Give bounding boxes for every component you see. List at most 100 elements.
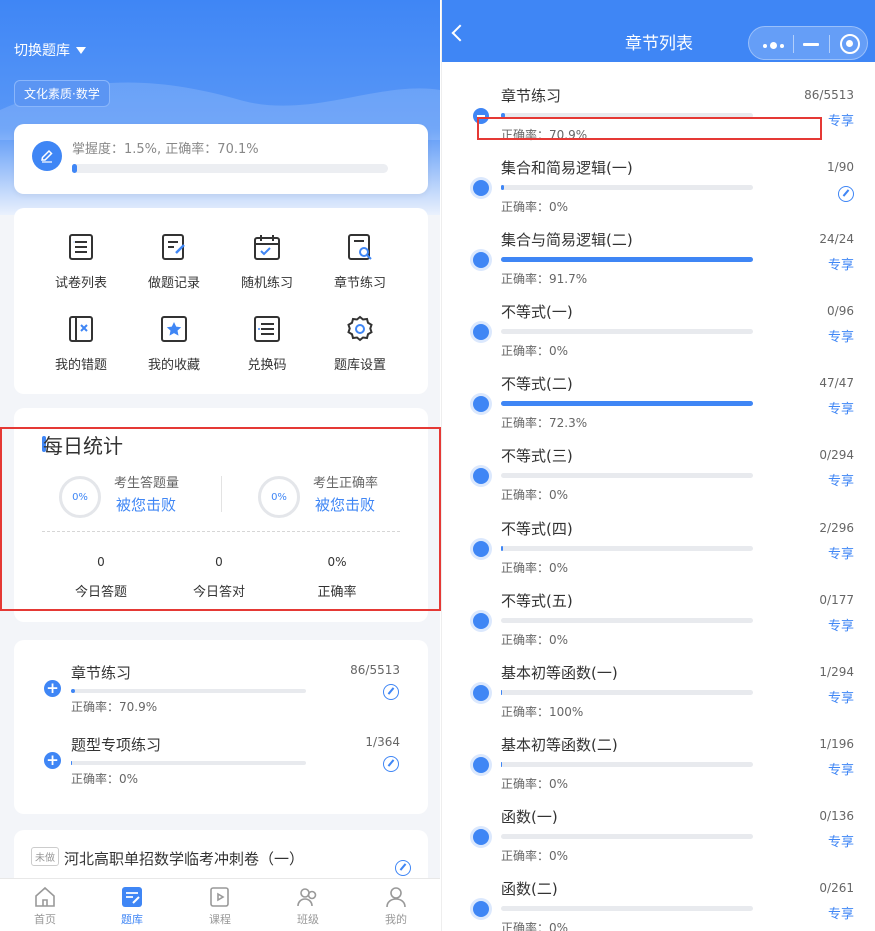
chapter-row[interactable]: 基本初等函数(一) 正确率：100% 1/294 专享: [442, 659, 875, 731]
chapter-dot-icon[interactable]: [473, 468, 489, 484]
exclusive-badge[interactable]: 专享: [828, 326, 854, 345]
grid-item-wrong[interactable]: 我的错题: [41, 314, 121, 373]
minimize-icon[interactable]: [803, 43, 819, 46]
chapter-count: 0/261: [819, 881, 854, 895]
chapter-dot-icon[interactable]: [473, 757, 489, 773]
chapter-row[interactable]: 不等式(三) 正确率：0% 0/294 专享: [442, 442, 875, 514]
chapter-dot-icon[interactable]: [473, 685, 489, 701]
switch-library-label: 切换题库: [14, 43, 70, 59]
chapter-dot-icon[interactable]: [473, 613, 489, 629]
subject-tag[interactable]: 文化素质·数学: [14, 80, 110, 107]
chapter-title: 不等式(一): [501, 303, 573, 321]
expand-plus-icon[interactable]: +: [44, 752, 61, 769]
chapter-row[interactable]: 集合和简易逻辑(一) 正确率：0% 1/90: [442, 154, 875, 226]
chapter-count: 1/364: [365, 735, 400, 749]
chapter-title[interactable]: 题型专项练习: [71, 734, 161, 755]
exclusive-badge[interactable]: 专享: [828, 759, 854, 778]
grid-item-label: 我的错题: [54, 358, 107, 373]
chapter-title: 集合与简易逻辑(二): [501, 231, 633, 249]
chapter-count: 86/5513: [350, 663, 400, 677]
chapter-dot-icon[interactable]: [473, 396, 489, 412]
chapter-accuracy: 正确率：70.9%: [71, 700, 158, 714]
exclusive-badge[interactable]: 专享: [828, 543, 854, 562]
tab-label: 首页: [34, 913, 56, 926]
chapter-row[interactable]: 不等式(二) 正确率：72.3% 47/47 专享: [442, 370, 875, 442]
grid-item-settings[interactable]: 题库设置: [320, 314, 400, 373]
chapter-accuracy: 正确率：0%: [501, 921, 569, 931]
chapter-count: 1/196: [819, 737, 854, 751]
chapter-count: 1/294: [819, 665, 854, 679]
chapter-accuracy: 正确率：0%: [501, 200, 569, 214]
chapter-dot-icon[interactable]: [473, 180, 489, 196]
exclusive-badge[interactable]: 专享: [828, 903, 854, 922]
grid-item-record[interactable]: 做题记录: [134, 232, 214, 291]
chapter-progress-fill: [501, 690, 502, 695]
exclusive-badge[interactable]: 专享: [828, 110, 854, 129]
expand-plus-icon[interactable]: +: [44, 680, 61, 697]
chapter-dot-icon[interactable]: [473, 541, 489, 557]
edit-icon[interactable]: [395, 860, 411, 876]
exclusive-badge[interactable]: 专享: [828, 398, 854, 417]
chapter-progress-fill: [501, 257, 753, 262]
chapter-progress-bar: [71, 689, 306, 693]
grid-item-favorite[interactable]: 我的收藏: [134, 314, 214, 373]
tab-home[interactable]: 首页: [15, 885, 75, 927]
chapter-accuracy: 正确率：0%: [501, 777, 569, 791]
chapter-row[interactable]: 基本初等函数(二) 正确率：0% 1/196 专享: [442, 731, 875, 803]
chapter-progress-bar: [501, 618, 753, 623]
exclusive-badge[interactable]: 专享: [828, 615, 854, 634]
more-icon[interactable]: [763, 42, 784, 49]
tab-course[interactable]: 课程: [190, 885, 250, 927]
chapter-row[interactable]: 函数(一) 正确率：0% 0/136 专享: [442, 803, 875, 875]
tab-class[interactable]: 班级: [278, 885, 338, 927]
tab-mine[interactable]: 我的: [366, 885, 426, 927]
tab-label: 题库: [121, 913, 143, 926]
question-bank-icon: [122, 887, 142, 907]
grid-item-paper-list[interactable]: 试卷列表: [41, 232, 121, 291]
chapter-progress-bar: [501, 257, 753, 262]
chapter-row[interactable]: 不等式(四) 正确率：0% 2/296 专享: [442, 515, 875, 587]
chapter-title: 函数(一): [501, 808, 558, 826]
chapter-progress-fill: [71, 761, 72, 765]
exclusive-badge[interactable]: 专享: [828, 687, 854, 706]
chapter-accuracy: 正确率：100%: [501, 705, 584, 719]
chapter-search-icon: [348, 234, 372, 260]
grid-item-chapter[interactable]: 章节练习: [320, 232, 400, 291]
miniprogram-capsule: [748, 26, 868, 60]
star-icon: [161, 316, 187, 342]
close-target-icon[interactable]: [840, 34, 860, 54]
chapter-row[interactable]: 不等式(五) 正确率：0% 0/177 专享: [442, 587, 875, 659]
tab-question-bank[interactable]: 题库: [102, 885, 162, 927]
chapter-title: 基本初等函数(一): [501, 664, 618, 682]
chapter-accuracy: 正确率：72.3%: [501, 416, 588, 430]
chapter-dot-icon[interactable]: [473, 829, 489, 845]
chapter-count: 0/96: [827, 304, 854, 318]
chapter-title: 不等式(五): [501, 592, 573, 610]
bottom-tab-bar: 首页 题库 课程 班级 我的: [0, 878, 440, 931]
switch-library-button[interactable]: 切换题库: [14, 40, 86, 60]
exclusive-badge[interactable]: 专享: [828, 254, 854, 273]
chapter-progress-bar: [501, 834, 753, 839]
chapter-dot-icon[interactable]: [473, 901, 489, 917]
chapter-count: 47/47: [819, 376, 854, 390]
edit-icon[interactable]: [383, 756, 399, 772]
exclusive-badge[interactable]: 专享: [828, 470, 854, 489]
chapter-count: 0/294: [819, 448, 854, 462]
chapter-row[interactable]: 不等式(一) 正确率：0% 0/96 专享: [442, 298, 875, 370]
chapter-dot-icon[interactable]: [473, 252, 489, 268]
grid-item-redeem[interactable]: 兑换码: [227, 314, 307, 373]
chapter-row[interactable]: 函数(二) 正确率：0% 0/261 专享: [442, 875, 875, 931]
edit-icon[interactable]: [838, 186, 854, 202]
chapter-progress-fill: [501, 546, 503, 551]
pencil-icon: [32, 141, 62, 171]
grid-item-random[interactable]: 随机练习: [227, 232, 307, 291]
tab-label: 课程: [209, 913, 231, 926]
chapter-dot-icon[interactable]: [473, 324, 489, 340]
chapter-progress-bar: [71, 761, 306, 765]
feature-grid: 试卷列表 做题记录 随机练习 章节练习 我的错题 我的收藏 兑换码 题库设置: [14, 208, 428, 394]
chapter-row[interactable]: 集合与简易逻辑(二) 正确率：91.7% 24/24 专享: [442, 226, 875, 298]
chapter-title[interactable]: 章节练习: [71, 662, 131, 683]
chapter-title: 不等式(四): [501, 520, 573, 538]
edit-icon[interactable]: [383, 684, 399, 700]
exclusive-badge[interactable]: 专享: [828, 831, 854, 850]
